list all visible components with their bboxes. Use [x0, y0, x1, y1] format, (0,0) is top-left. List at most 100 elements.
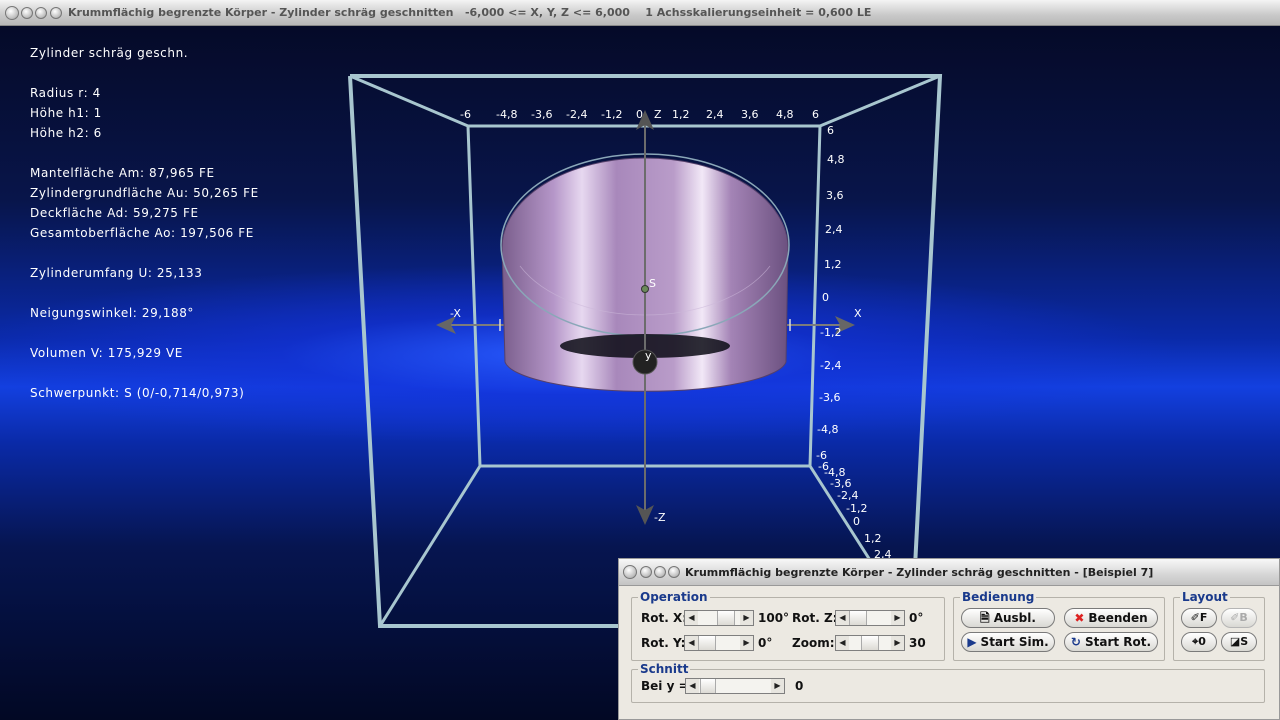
- dialog-menu-icon[interactable]: [668, 566, 680, 578]
- play-icon: ▶: [967, 635, 977, 649]
- schnitt-group: Schnitt Bei y = ◀ ▶ 0: [631, 662, 1265, 703]
- z-tick-labels: 6 4,8 3,6 2,4 1,2 0 -1,2 -2,4 -3,6 -4,8 …: [816, 124, 845, 462]
- layout-f-label: F: [1199, 611, 1208, 624]
- start-sim-button[interactable]: ▶ Start Sim.: [961, 632, 1055, 652]
- slider-thumb[interactable]: [717, 611, 735, 625]
- info-volumen: Volumen V: 175,929 VE: [30, 346, 183, 360]
- brush-icon: ✐: [1190, 611, 1200, 624]
- control-dialog: Krummflächig begrenzte Körper - Zylinder…: [618, 558, 1280, 720]
- bedienung-group: Bedienung 🗎 Ausbl. ✖ Beenden ▶ Start Sim. ↻…: [953, 590, 1165, 661]
- zoom-value: 30: [909, 636, 926, 650]
- slider-thumb[interactable]: [861, 636, 879, 650]
- start-rot-label: Start Rot.: [1084, 635, 1152, 649]
- layout-legend: Layout: [1180, 590, 1230, 604]
- dialog-title: Krummflächig begrenzte Körper - Zylinder…: [685, 566, 1154, 579]
- zoom-label: Zoom:: [792, 636, 835, 650]
- x-tick-labels: -6 -4,8 -3,6 -2,4 -1,2 0 1,2 2,4 3,6 4,8…: [460, 108, 819, 121]
- rot-z-value: 0°: [909, 611, 924, 625]
- scroll-right-icon[interactable]: ▶: [891, 611, 904, 625]
- slider-thumb[interactable]: [849, 611, 867, 625]
- x-tick-label: 6: [812, 108, 819, 121]
- dialog-close-icon[interactable]: [623, 565, 637, 579]
- window-title: Krummflächig begrenzte Körper - Zylinder…: [68, 6, 872, 19]
- bei-y-slider[interactable]: ◀ ▶: [685, 678, 785, 694]
- operation-group: Operation Rot. X: ◀ ▶ 100° Rot. Y: ◀ ▶ 0…: [631, 590, 945, 661]
- layout-group: Layout ✐F ✐B ⌖0 ◪S: [1173, 590, 1265, 661]
- x-tick-label: -2,4: [566, 108, 587, 121]
- layout-f-button[interactable]: ✐F: [1181, 608, 1217, 628]
- main-titlebar[interactable]: Krummflächig begrenzte Körper - Zylinder…: [0, 0, 1280, 26]
- dialog-titlebar[interactable]: Krummflächig begrenzte Körper - Zylinder…: [619, 559, 1279, 586]
- layout-s-button[interactable]: ◪S: [1221, 632, 1257, 652]
- rot-z-label: Rot. Z:: [792, 611, 838, 625]
- info-schwerpunkt: Schwerpunkt: S (0/-0,714/0,973): [30, 386, 245, 400]
- info-deckflaeche: Deckfläche Ad: 59,275 FE: [30, 206, 199, 220]
- start-rot-button[interactable]: ↻ Start Rot.: [1064, 632, 1158, 652]
- z-tick-label: -1,2: [820, 326, 841, 339]
- close-icon: ✖: [1074, 611, 1085, 625]
- scroll-left-icon[interactable]: ◀: [686, 679, 699, 693]
- beenden-button[interactable]: ✖ Beenden: [1064, 608, 1158, 628]
- close-window-icon[interactable]: [5, 6, 19, 20]
- menu-window-icon[interactable]: [50, 7, 62, 19]
- dialog-minimize-icon[interactable]: [640, 566, 652, 578]
- document-icon: 🗎: [980, 611, 990, 625]
- scroll-left-icon[interactable]: ◀: [836, 611, 849, 625]
- slider-thumb[interactable]: [700, 679, 716, 693]
- rot-x-label: Rot. X:: [641, 611, 688, 625]
- scroll-left-icon[interactable]: ◀: [685, 636, 698, 650]
- rot-y-label: Rot. Y:: [641, 636, 686, 650]
- schnitt-legend: Schnitt: [638, 662, 691, 676]
- bedienung-legend: Bedienung: [960, 590, 1037, 604]
- scroll-right-icon[interactable]: ▶: [891, 636, 904, 650]
- zoom-slider[interactable]: ◀ ▶: [835, 635, 905, 651]
- slider-thumb[interactable]: [698, 636, 716, 650]
- minimize-window-icon[interactable]: [21, 7, 33, 19]
- diag-tick-label: -2,4: [837, 489, 858, 502]
- z-axis-label: Z: [654, 108, 662, 121]
- info-gesamtoberflaeche: Gesamtoberfläche Ao: 197,506 FE: [30, 226, 254, 240]
- x-tick-label: -6: [460, 108, 471, 121]
- x-tick-label: 4,8: [776, 108, 794, 121]
- z-tick-label: -4,8: [817, 423, 838, 436]
- rot-z-slider[interactable]: ◀ ▶: [835, 610, 905, 626]
- info-hoehe-h1: Höhe h1: 1: [30, 106, 102, 120]
- centroid-label: S: [649, 277, 656, 290]
- info-radius: Radius r: 4: [30, 86, 101, 100]
- rot-x-slider[interactable]: ◀ ▶: [684, 610, 754, 626]
- scroll-right-icon[interactable]: ▶: [771, 679, 784, 693]
- maximize-window-icon[interactable]: [35, 7, 47, 19]
- z-tick-label: 1,2: [824, 258, 842, 271]
- scroll-right-icon[interactable]: ▶: [740, 611, 753, 625]
- neg-z-axis-label: -Z: [654, 511, 666, 524]
- scroll-left-icon[interactable]: ◀: [685, 611, 698, 625]
- operation-legend: Operation: [638, 590, 710, 604]
- layout-o-button[interactable]: ⌖0: [1181, 632, 1217, 652]
- dialog-maximize-icon[interactable]: [654, 566, 666, 578]
- paint-icon: ◪: [1229, 635, 1241, 648]
- ausblenden-button[interactable]: 🗎 Ausbl.: [961, 608, 1055, 628]
- layout-b-label: B: [1239, 611, 1248, 624]
- x-axis-label: X: [854, 307, 862, 320]
- info-neigungswinkel: Neigungswinkel: 29,188°: [30, 306, 195, 320]
- ausblenden-label: Ausbl.: [993, 611, 1036, 625]
- rot-y-slider[interactable]: ◀ ▶: [684, 635, 754, 651]
- x-tick-label: 2,4: [706, 108, 724, 121]
- scroll-left-icon[interactable]: ◀: [836, 636, 849, 650]
- rot-x-value: 100°: [758, 611, 790, 625]
- scroll-right-icon[interactable]: ▶: [740, 636, 753, 650]
- x-tick-label: 0: [636, 108, 643, 121]
- info-mantelflaeche: Mantelfläche Am: 87,965 FE: [30, 166, 215, 180]
- z-tick-label: 4,8: [827, 153, 845, 166]
- z-tick-label: 6: [827, 124, 834, 137]
- info-grundflaeche: Zylindergrundfläche Au: 50,265 FE: [30, 186, 259, 200]
- beenden-label: Beenden: [1088, 611, 1148, 625]
- x-tick-label: -1,2: [601, 108, 622, 121]
- diag-tick-label: -1,2: [846, 502, 867, 515]
- x-tick-label: 3,6: [741, 108, 759, 121]
- layout-b-button[interactable]: ✐B: [1221, 608, 1257, 628]
- diagonal-tick-labels: -6 -4,8 -3,6 -2,4 -1,2 0 1,2 2,4: [818, 460, 892, 561]
- z-tick-label: 2,4: [825, 223, 843, 236]
- z-tick-label: 0: [822, 291, 829, 304]
- info-heading: Zylinder schräg geschn.: [30, 46, 189, 60]
